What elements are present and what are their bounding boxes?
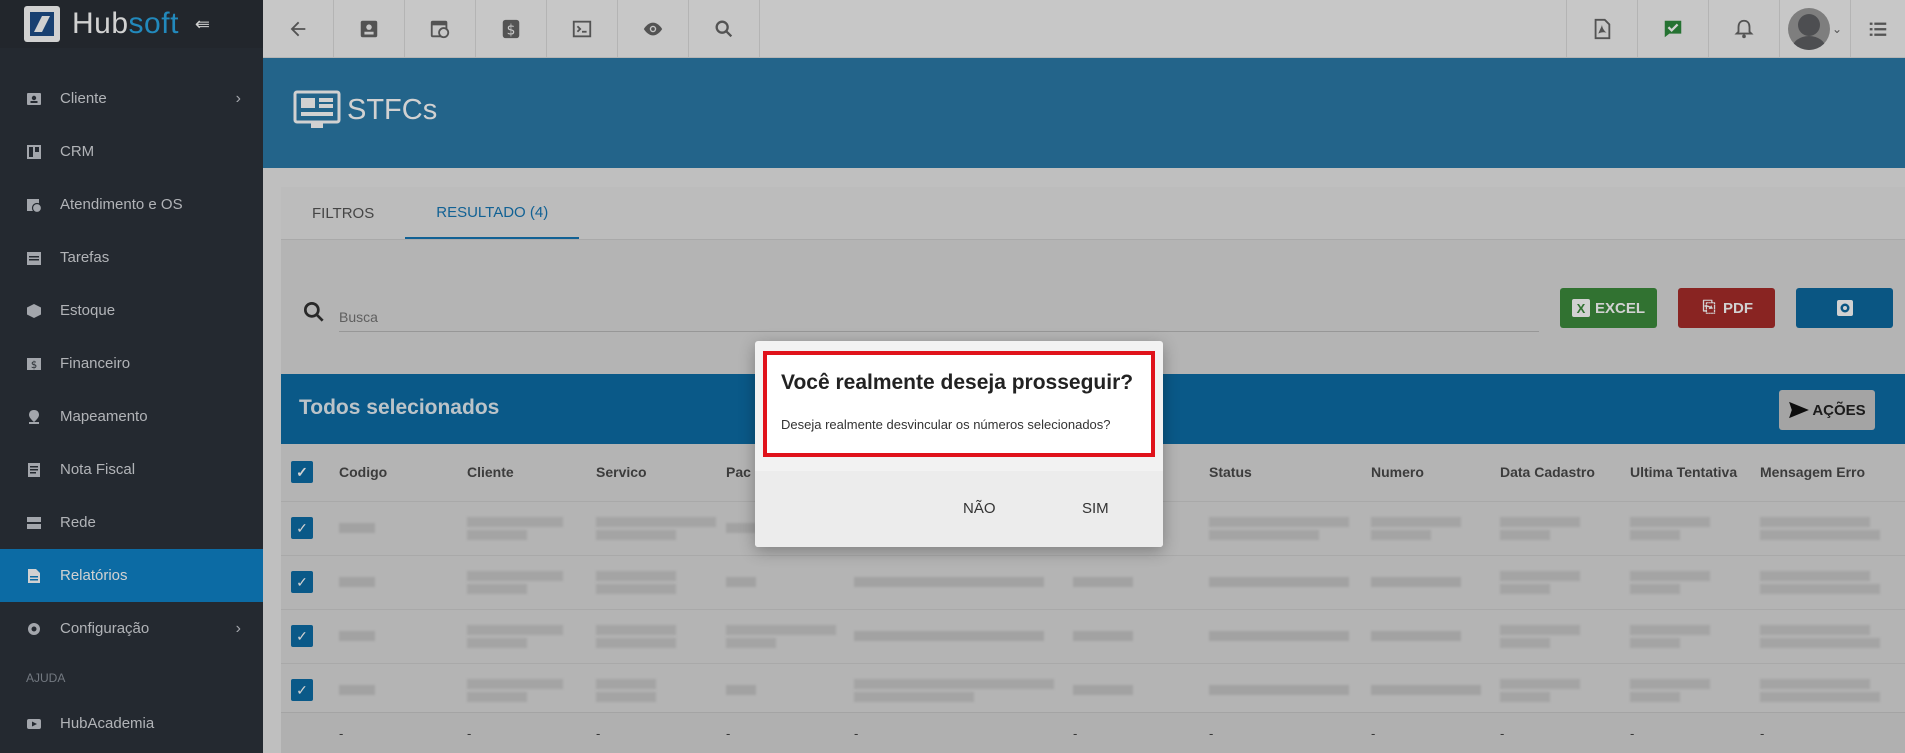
dialog-message: Deseja realmente desvincular os números … [781,417,1111,432]
dialog-actions: NÃO SIM [755,471,1163,547]
no-button[interactable]: NÃO [949,492,1010,525]
dialog-title: Você realmente deseja prosseguir? [781,371,1134,394]
confirm-dialog: Você realmente deseja prosseguir? Deseja… [755,341,1163,547]
yes-button[interactable]: SIM [1068,492,1123,525]
dialog-content: Você realmente deseja prosseguir? Deseja… [763,351,1155,457]
